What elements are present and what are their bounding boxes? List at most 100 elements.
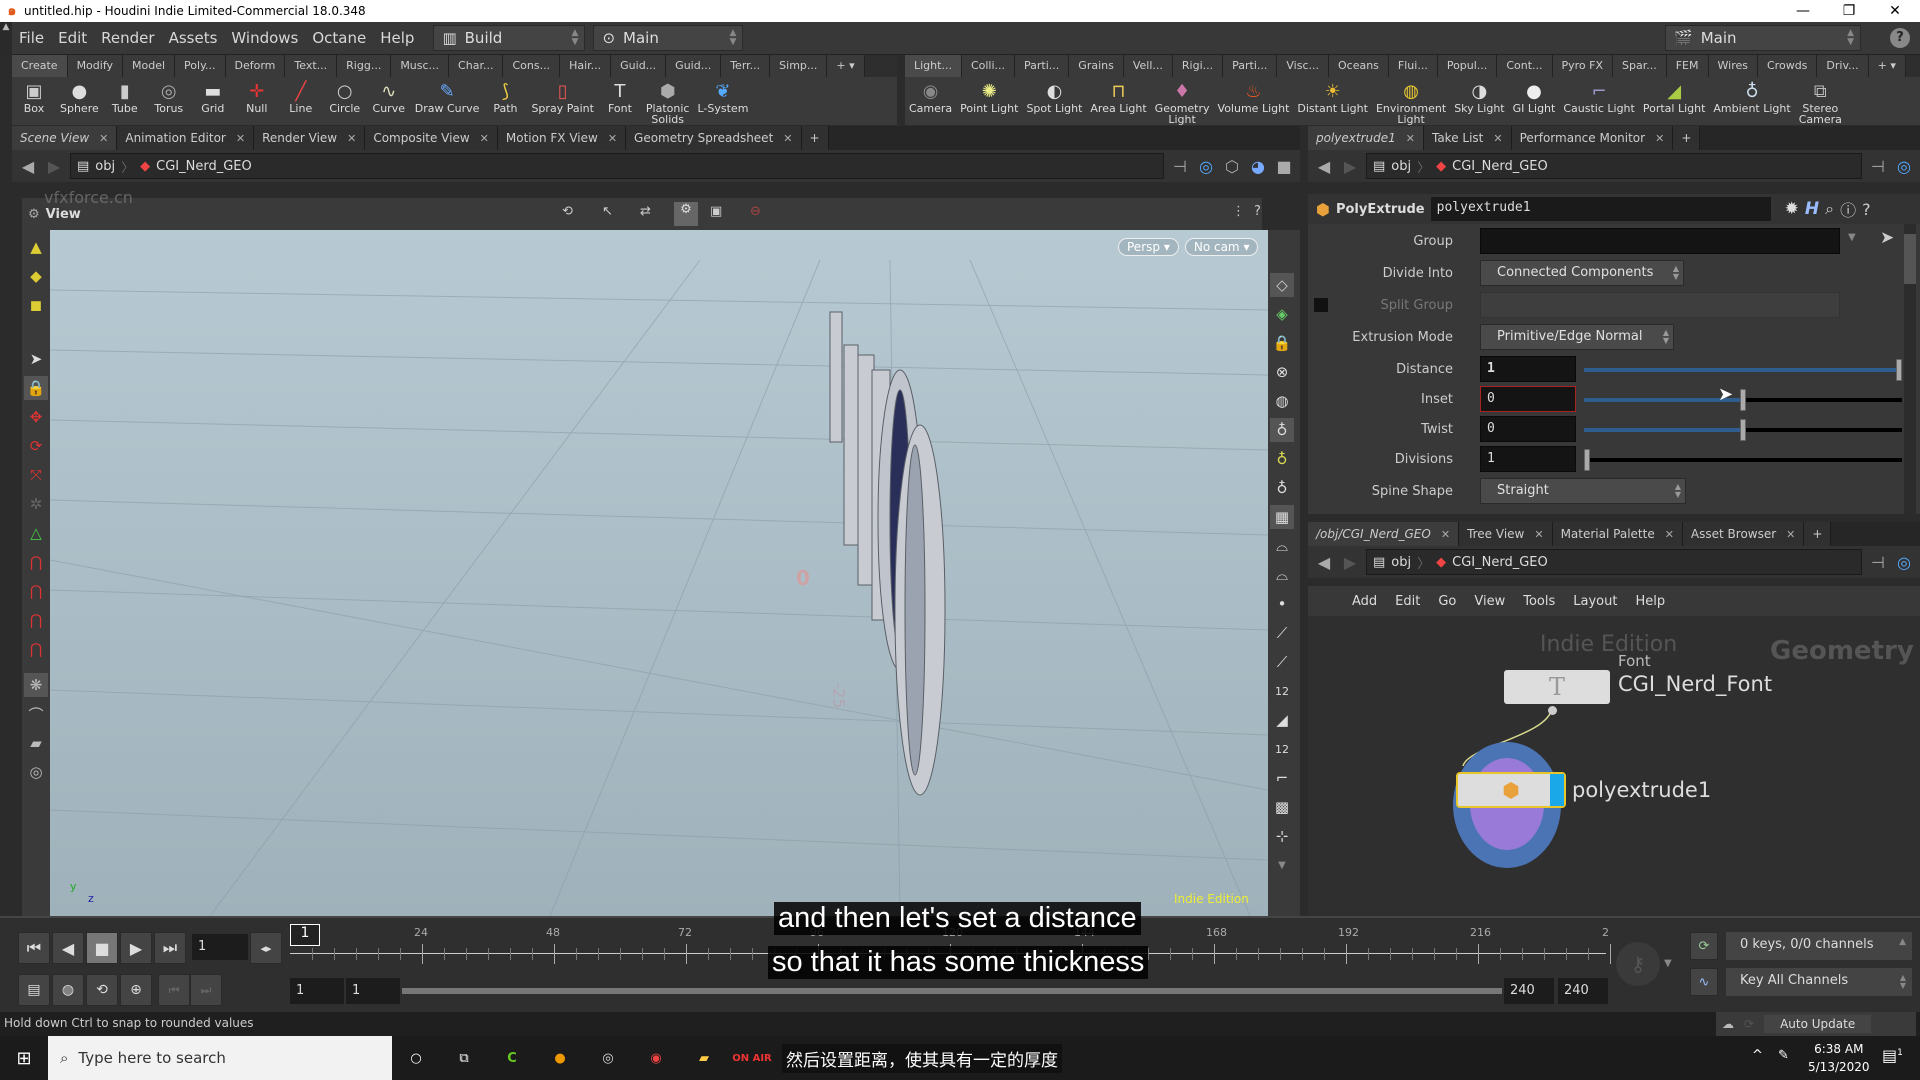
- close-tab-icon[interactable]: ✕: [1493, 132, 1502, 145]
- select-mode-dynamics-icon[interactable]: ◼: [24, 293, 48, 317]
- view-help-icon[interactable]: ?: [1254, 204, 1261, 219]
- view-menu-icon[interactable]: ⚙: [28, 207, 40, 222]
- shelf-tool-spot-light[interactable]: ◐ Spot Light: [1022, 77, 1086, 115]
- notifications-icon[interactable]: ▤1: [1882, 1046, 1903, 1065]
- normal-lighting-icon[interactable]: ♁: [1270, 418, 1294, 442]
- step-frames-icon[interactable]: ◂▸: [250, 932, 282, 964]
- close-tab-icon[interactable]: ✕: [236, 132, 245, 145]
- close-button[interactable]: ✕: [1872, 0, 1918, 22]
- menu-edit[interactable]: Edit: [51, 29, 94, 47]
- prev-key-icon[interactable]: ⏮: [158, 974, 190, 1006]
- point-numbers-icon[interactable]: 12: [1270, 679, 1294, 703]
- display-options-icon[interactable]: ⋮: [1232, 204, 1245, 219]
- app-icon[interactable]: ●: [536, 1051, 584, 1066]
- group-dropdown-icon[interactable]: ▼: [1848, 232, 1856, 243]
- stop-tool-icon[interactable]: ⊖: [750, 204, 761, 219]
- task-view-icon[interactable]: ⧉: [440, 1051, 488, 1066]
- add-tab-button[interactable]: +: [1804, 522, 1832, 546]
- menu-help[interactable]: Help: [373, 29, 421, 47]
- shelf-tab-popul[interactable]: Popul...: [1437, 55, 1498, 77]
- shelf-tab-rigg[interactable]: Rigg...: [337, 55, 392, 77]
- cortana-icon[interactable]: ○: [392, 1051, 440, 1066]
- context-dropdown[interactable]: ⊙ Main ▲ ▼: [593, 25, 744, 51]
- path-root[interactable]: obj: [95, 159, 115, 174]
- forward-arrow-icon[interactable]: ▶: [1340, 157, 1360, 176]
- slider-handle[interactable]: [1740, 389, 1746, 411]
- divisions-field[interactable]: 1: [1480, 446, 1576, 472]
- inset-field[interactable]: 0: [1480, 386, 1576, 412]
- shelf-tool-area-light[interactable]: ⊓ Area Light: [1086, 77, 1150, 115]
- chrome-icon[interactable]: ◉: [632, 1051, 680, 1066]
- distance-field[interactable]: 1: [1480, 356, 1576, 382]
- distance-slider[interactable]: [1584, 359, 1902, 381]
- shelf-tool-l-system[interactable]: ❦ L-System: [693, 77, 752, 115]
- dome-icon[interactable]: ⌒: [24, 702, 48, 726]
- scroll-down-icon[interactable]: ▼: [1270, 853, 1294, 877]
- shelf-tool-tube[interactable]: ▮ Tube: [103, 77, 147, 115]
- shelf-tab-cons[interactable]: Cons...: [503, 55, 561, 77]
- grid-display-icon[interactable]: ◇: [1270, 273, 1294, 297]
- shelf-tab-musc[interactable]: Musc...: [391, 55, 450, 77]
- tab-performance-monitor[interactable]: Performance Monitor ✕: [1511, 126, 1674, 150]
- hide-other-objects-icon[interactable]: ⌓: [1270, 563, 1294, 587]
- range-slider[interactable]: [402, 988, 1502, 994]
- tray-expand-icon[interactable]: ^: [1752, 1048, 1763, 1063]
- shelf-tab-hair[interactable]: Hair...: [560, 55, 612, 77]
- minimize-button[interactable]: —: [1780, 0, 1826, 22]
- key-channels-icon[interactable]: ∿: [1690, 968, 1718, 996]
- current-frame-field[interactable]: 1: [192, 934, 248, 960]
- slider-handle[interactable]: [1740, 419, 1746, 441]
- spine-shape-menu[interactable]: Straight ▲ ▼: [1480, 478, 1686, 504]
- shelf-tool-volume-light[interactable]: ♨ Volume Light: [1214, 77, 1294, 115]
- tab-motion-fx-view[interactable]: Motion FX View ✕: [497, 126, 627, 150]
- shelf-tab-colli[interactable]: Colli...: [961, 55, 1016, 77]
- shelf-tool-sky-light[interactable]: ◑ Sky Light: [1450, 77, 1508, 115]
- network-menu-tools[interactable]: Tools: [1523, 594, 1555, 609]
- font-node-output[interactable]: [1548, 706, 1557, 715]
- shelf-tool-portal-light[interactable]: ◢ Portal Light: [1639, 77, 1710, 115]
- shadows-icon[interactable]: ♁: [1270, 476, 1294, 500]
- link-icon[interactable]: ◎: [1196, 157, 1216, 176]
- tab-take-list[interactable]: Take List ✕: [1423, 126, 1512, 150]
- network-editor[interactable]: Indie Edition Geometry T Font CGI_Nerd_F…: [1308, 616, 1920, 916]
- network-menu-help[interactable]: Help: [1635, 594, 1665, 609]
- shelf-tab-guid[interactable]: Guid...: [611, 55, 667, 77]
- shelf-tab-simp[interactable]: Simp...: [770, 55, 828, 77]
- search-icon[interactable]: ⌕: [1825, 199, 1834, 219]
- jump-end-icon[interactable]: ⏭: [154, 932, 186, 964]
- refresh-icon[interactable]: ⟳: [1744, 1017, 1754, 1031]
- shelf-tool-torus[interactable]: ◎ Torus: [147, 77, 191, 115]
- desktop-dropdown[interactable]: ▥ Build ▲ ▼: [433, 25, 586, 51]
- range-end-field[interactable]: 240: [1504, 978, 1554, 1004]
- pin-icon[interactable]: ⊣: [1868, 553, 1888, 572]
- pin-icon[interactable]: ⊣: [1170, 157, 1190, 176]
- shelf-tab-oceans[interactable]: Oceans: [1329, 55, 1389, 77]
- close-tab-icon[interactable]: ✕: [1441, 528, 1450, 541]
- next-key-icon[interactable]: ⏭: [190, 974, 222, 1006]
- inset-slider[interactable]: [1584, 389, 1902, 411]
- keys-status[interactable]: 0 keys, 0/0 channels ▲: [1726, 932, 1912, 960]
- shelf-tab-guid[interactable]: Guid...: [666, 55, 722, 77]
- menu-assets[interactable]: Assets: [162, 29, 225, 47]
- lock-camera-icon[interactable]: 🔒: [1270, 331, 1294, 355]
- close-tab-icon[interactable]: ✕: [347, 132, 356, 145]
- shelf-tool-box[interactable]: ▣ Box: [12, 77, 56, 115]
- network-menu-edit[interactable]: Edit: [1395, 594, 1420, 609]
- jump-start-icon[interactable]: ⏮: [18, 932, 50, 964]
- shading-icon[interactable]: ◕: [1248, 157, 1268, 176]
- auto-update-menu[interactable]: Auto Update: [1764, 1015, 1872, 1033]
- shelf-tool-point-light[interactable]: ✺ Point Light: [956, 77, 1022, 115]
- close-tab-icon[interactable]: ✕: [1786, 528, 1795, 541]
- tab-render-view[interactable]: Render View ✕: [254, 126, 366, 150]
- shelf-tool-spray-paint[interactable]: ▯ Spray Paint: [527, 77, 597, 115]
- shelf-tab-rigi[interactable]: Rigi...: [1172, 55, 1224, 77]
- shelf-tool-gi-light[interactable]: ● GI Light: [1509, 77, 1560, 115]
- shelf-tab-cont[interactable]: Cont...: [1497, 55, 1553, 77]
- shelf-tab-create[interactable]: Create: [12, 55, 68, 77]
- params-scrollbar[interactable]: [1904, 224, 1916, 514]
- no-lighting-icon[interactable]: ⊗: [1270, 360, 1294, 384]
- brain-icon[interactable]: ☁: [1722, 1017, 1734, 1031]
- shelf-tab-fem[interactable]: FEM: [1666, 55, 1709, 77]
- tab-asset-browser[interactable]: Asset Browser ✕: [1682, 522, 1805, 546]
- divisions-slider[interactable]: [1584, 449, 1902, 471]
